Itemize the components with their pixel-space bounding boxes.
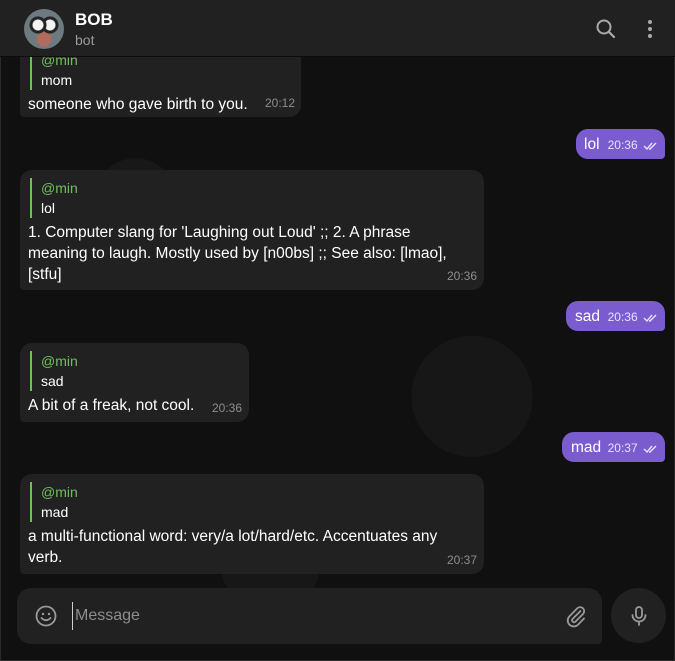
message-text: lol <box>584 136 600 153</box>
message-text: mad <box>571 439 602 456</box>
double-check-icon <box>643 445 657 453</box>
microphone-button[interactable] <box>611 588 666 643</box>
search-icon[interactable] <box>593 16 619 42</box>
message-text: A bit of a freak, not cool. <box>28 397 195 414</box>
double-check-icon <box>643 314 657 322</box>
paperclip-icon[interactable] <box>564 604 588 628</box>
message-text: sad <box>575 308 600 325</box>
message-time: 20:36 <box>607 138 638 152</box>
more-vertical-icon[interactable] <box>637 16 663 42</box>
message-text: 1. Computer slang for 'Laughing out Loud… <box>28 224 447 283</box>
chat-subtitle-text: bot <box>75 32 95 48</box>
message-incoming[interactable]: @min sad A bit of a freak, not cool. 20:… <box>20 343 249 422</box>
double-check-icon <box>643 142 657 150</box>
message-time: 20:36 <box>211 401 242 415</box>
chat-title-text[interactable]: BOB <box>75 10 113 30</box>
quote-text: sad <box>41 373 64 389</box>
message-composer <box>17 588 602 644</box>
message-time: 20:36 <box>607 310 638 324</box>
quote-text: mom <box>41 72 73 88</box>
emoji-icon[interactable] <box>34 604 58 628</box>
reply-quote[interactable]: @min mad <box>30 482 476 522</box>
quote-text: mad <box>41 504 69 520</box>
message-time: 20:37 <box>607 441 638 455</box>
message-text: a multi-functional word: very/a lot/hard… <box>28 528 438 566</box>
quote-author: @min <box>41 484 78 500</box>
reply-quote[interactable]: @min lol <box>30 178 476 218</box>
message-incoming[interactable]: @min mad a multi-functional word: very/a… <box>20 474 484 574</box>
message-status: 20:37 <box>608 438 659 459</box>
message-time: 20:36 <box>446 269 477 283</box>
reply-quote[interactable]: @min sad <box>30 351 241 391</box>
message-text: someone who gave birth to you. <box>28 96 248 113</box>
quote-text: lol <box>41 200 56 216</box>
message-time: 20:37 <box>446 553 477 567</box>
quote-author: @min <box>41 353 78 369</box>
message-status: 20:36 <box>608 307 659 328</box>
quote-author: @min <box>41 180 78 196</box>
bot-avatar[interactable] <box>24 9 64 49</box>
message-outgoing[interactable]: lol 20:36 <box>576 129 665 159</box>
chat-header-overlay: BOB bot <box>0 0 675 57</box>
message-input[interactable] <box>72 602 542 630</box>
message-outgoing[interactable]: sad 20:36 <box>566 301 665 331</box>
message-time: 20:12 <box>264 96 295 110</box>
message-outgoing[interactable]: mad 20:37 <box>562 432 665 462</box>
message-incoming[interactable]: @min lol 1. Computer slang for 'Laughing… <box>20 170 484 290</box>
message-status: 20:36 <box>608 135 659 156</box>
microphone-icon <box>631 605 646 626</box>
